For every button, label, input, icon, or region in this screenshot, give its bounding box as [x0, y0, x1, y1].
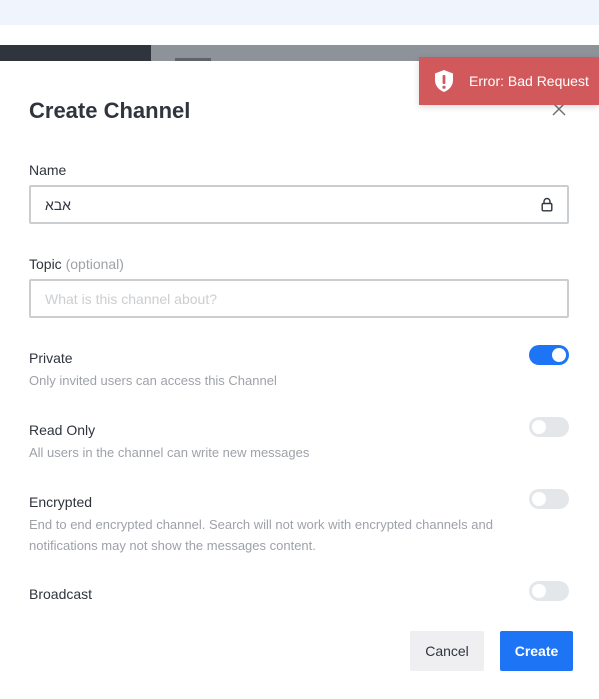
lock-icon [541, 197, 553, 212]
broadcast-label: Broadcast [29, 586, 93, 602]
topic-input[interactable] [31, 281, 567, 316]
topic-optional-text: (optional) [65, 256, 124, 272]
read-only-label: Read Only [29, 422, 96, 438]
private-description: Only invited users can access this Chann… [29, 373, 277, 388]
private-toggle[interactable] [529, 345, 569, 365]
toggle-knob [532, 492, 546, 506]
background-header [0, 0, 599, 25]
encrypted-toggle[interactable] [529, 489, 569, 509]
toggle-knob [532, 584, 546, 598]
topic-field-wrapper [29, 279, 569, 318]
toast-message: Error: Bad Request [469, 73, 589, 89]
create-channel-modal: Create Channel Name Topic (optional) Pri… [0, 61, 599, 699]
name-field-wrapper [29, 185, 569, 224]
broadcast-toggle[interactable] [529, 581, 569, 601]
cancel-button[interactable]: Cancel [410, 631, 484, 671]
name-label: Name [29, 162, 67, 178]
encrypted-label: Encrypted [29, 494, 93, 510]
topic-label: Topic (optional) [29, 255, 124, 273]
toggle-knob [532, 420, 546, 434]
encrypted-description: End to end encrypted channel. Search wil… [29, 517, 493, 553]
private-label: Private [29, 350, 73, 366]
topic-label-text: Topic [29, 256, 62, 272]
read-only-toggle[interactable] [529, 417, 569, 437]
toggle-knob [552, 348, 566, 362]
name-input[interactable] [31, 187, 567, 222]
modal-title: Create Channel [29, 98, 191, 123]
create-button[interactable]: Create [500, 631, 573, 671]
error-toast[interactable]: Error: Bad Request [419, 57, 599, 105]
read-only-description: All users in the channel can write new m… [29, 445, 310, 460]
alert-shield-icon [435, 70, 453, 92]
